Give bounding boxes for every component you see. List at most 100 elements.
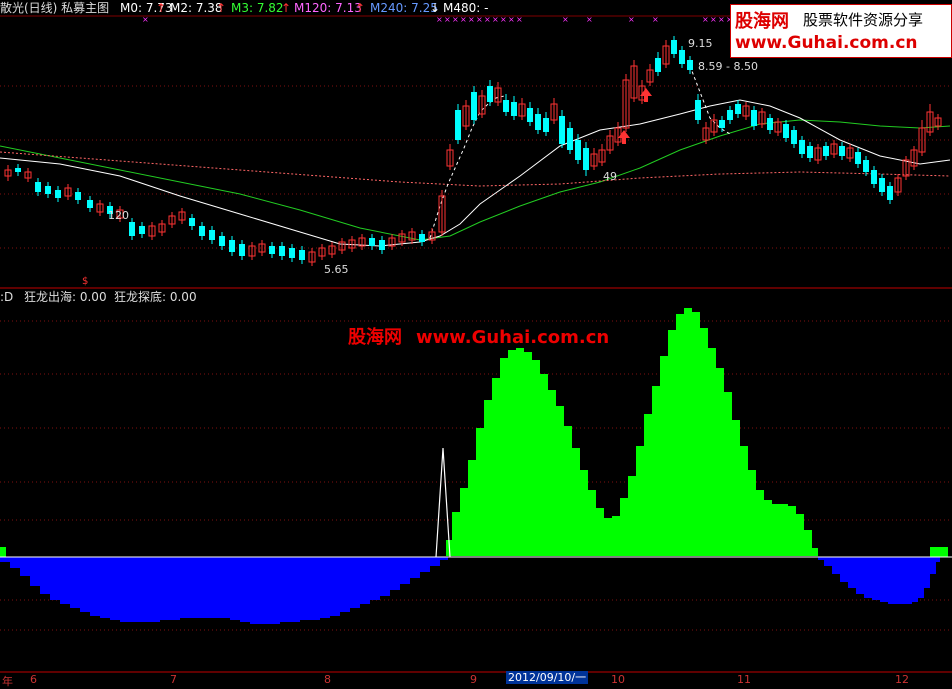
candle-body-22 — [229, 240, 235, 252]
candle-body-36 — [369, 238, 375, 246]
marker-x-17: × — [710, 15, 717, 24]
logo-name: 股海网 — [735, 11, 789, 32]
candle-body-80 — [735, 104, 741, 114]
candle-body-54 — [527, 108, 533, 122]
candle-body-47 — [471, 92, 477, 120]
candle-body-41 — [419, 234, 425, 242]
marker-x-18: × — [718, 15, 725, 24]
sub-item-kuanglong-chuhai: 狂龙出海: 0.00 — [24, 290, 107, 304]
candle-body-96 — [863, 160, 869, 172]
marker-x-16: × — [702, 15, 709, 24]
annotation-range: 8.59 - 8.50 — [698, 60, 758, 73]
candle-body-72 — [671, 40, 677, 54]
candle-body-3 — [35, 182, 41, 192]
watermark-name: 股海网 — [348, 327, 402, 348]
candle-body-75 — [695, 100, 701, 120]
candle-body-28 — [289, 248, 295, 258]
marker-x-15: × — [652, 15, 659, 24]
marker-x-4: × — [460, 15, 467, 24]
candle-body-18 — [189, 218, 195, 226]
blue-area-right — [818, 557, 940, 604]
candle-body-58 — [559, 116, 565, 144]
x-tick-12: 12 — [895, 673, 909, 686]
candle-body-98 — [879, 178, 885, 192]
candle-body-89 — [807, 146, 813, 158]
sub-prefix: :D — [0, 290, 14, 304]
guhai-logo: 股海网 股票软件资源分享 www.Guhai.com.cn — [730, 4, 952, 58]
logo-slogan: 股票软件资源分享 — [803, 11, 924, 29]
marker-x-7: × — [484, 15, 491, 24]
candle-body-27 — [279, 246, 285, 256]
candle-body-5 — [55, 190, 61, 198]
candle-body-95 — [855, 152, 861, 164]
candle-body-7 — [75, 192, 81, 200]
dollar-marker: $ — [82, 276, 88, 287]
candle-body-87 — [791, 130, 797, 144]
x-tick-6: 6 — [30, 673, 37, 686]
candle-body-86 — [783, 124, 789, 138]
candle-body-61 — [583, 148, 589, 170]
marker-x-0: × — [142, 15, 149, 24]
green-area-left-edge — [0, 547, 6, 557]
candle-body-84 — [767, 118, 773, 130]
marker-x-12: × — [562, 15, 569, 24]
candle-body-51 — [503, 100, 509, 112]
candle-body-70 — [655, 58, 661, 72]
candle-body-1 — [15, 168, 21, 172]
candle-body-93 — [839, 146, 845, 156]
candle-body-4 — [45, 186, 51, 194]
candle-body-74 — [687, 60, 693, 70]
marker-x-14: × — [628, 15, 635, 24]
green-area-right-edge — [930, 547, 948, 557]
x-tick-year: 年 — [2, 675, 13, 688]
candle-body-73 — [679, 50, 685, 64]
annotation-mid: 49 — [603, 170, 617, 183]
logo-url: www.Guhai.com.cn — [735, 33, 918, 53]
candle-body-52 — [511, 102, 517, 116]
candle-body-19 — [199, 226, 205, 236]
blue-area-left — [0, 557, 448, 624]
marker-x-10: × — [508, 15, 515, 24]
x-tick-8: 8 — [324, 673, 331, 686]
cursor-date-label: 2012/09/10/一 — [506, 671, 589, 684]
candle-body-13 — [139, 226, 145, 234]
marker-x-2: × — [444, 15, 451, 24]
candle-body-97 — [871, 170, 877, 184]
sub-chart-header: :D 狂龙出海: 0.00 狂龙探底: 0.00 — [0, 289, 952, 305]
candle-body-78 — [719, 120, 725, 128]
candle-body-8 — [87, 200, 93, 208]
marker-x-11: × — [516, 15, 523, 24]
marker-x-5: × — [468, 15, 475, 24]
sub-item-kuanglong-tandi: 狂龙探底: 0.00 — [114, 290, 197, 304]
candle-body-12 — [129, 222, 135, 236]
candle-body-60 — [575, 140, 581, 160]
candle-body-29 — [299, 250, 305, 260]
candle-body-88 — [799, 140, 805, 154]
candle-body-26 — [269, 246, 275, 254]
candle-body-55 — [535, 114, 541, 130]
x-tick-10: 10 — [611, 673, 625, 686]
marker-x-13: × — [586, 15, 593, 24]
annotation-high: 9.15 — [688, 37, 713, 50]
candle-body-56 — [543, 118, 549, 132]
annotation-left: 120 — [108, 209, 129, 222]
candle-body-45 — [455, 110, 461, 140]
candle-body-37 — [379, 240, 385, 250]
marker-x-3: × — [452, 15, 459, 24]
marker-x-8: × — [492, 15, 499, 24]
candle-body-23 — [239, 244, 245, 256]
candle-body-82 — [751, 110, 757, 126]
candle-body-59 — [567, 128, 573, 150]
candle-body-49 — [487, 86, 493, 102]
x-tick-9: 9 — [470, 673, 477, 686]
watermark-url: www.Guhai.com.cn — [416, 327, 610, 348]
candle-body-91 — [823, 146, 829, 156]
marker-x-1: × — [436, 15, 443, 24]
x-tick-7: 7 — [170, 673, 177, 686]
candle-body-79 — [727, 110, 733, 120]
candle-body-99 — [887, 186, 893, 200]
candle-body-21 — [219, 236, 225, 246]
candle-body-20 — [209, 230, 215, 240]
watermark: 股海网 www.Guhai.com.cn — [348, 323, 609, 349]
marker-x-9: × — [500, 15, 507, 24]
